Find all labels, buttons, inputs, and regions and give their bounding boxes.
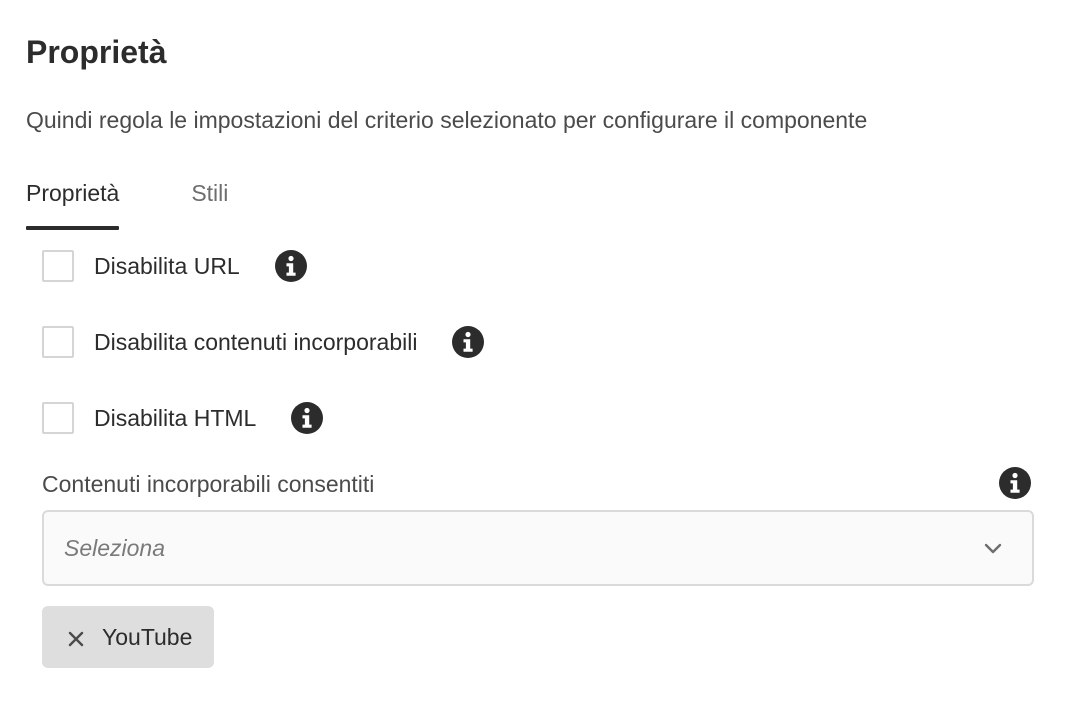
disable-embeddables-option[interactable]: Disabilita contenuti incorporabili bbox=[42, 324, 485, 360]
disable-html-checkbox[interactable] bbox=[42, 402, 74, 434]
disable-html-option[interactable]: Disabilita HTML bbox=[42, 400, 324, 436]
allowed-embeddables-label: Contenuti incorporabili consentiti bbox=[42, 471, 375, 497]
disable-embeddables-label: Disabilita contenuti incorporabili bbox=[94, 329, 418, 355]
tag-youtube: YouTube bbox=[42, 606, 215, 668]
disable-url-option[interactable]: Disabilita URL bbox=[42, 248, 308, 284]
select-placeholder: Seleziona bbox=[64, 534, 166, 561]
disable-embeddables-checkbox[interactable] bbox=[42, 326, 74, 358]
info-icon[interactable] bbox=[274, 249, 308, 283]
tag-label: YouTube bbox=[102, 624, 193, 650]
disable-html-label: Disabilita HTML bbox=[94, 405, 257, 431]
page-title: Proprietà bbox=[26, 34, 167, 70]
info-icon[interactable] bbox=[290, 401, 324, 435]
disable-url-label: Disabilita URL bbox=[94, 253, 240, 279]
allowed-embeddables-select[interactable]: Seleziona bbox=[42, 510, 1034, 586]
chevron-down-icon[interactable] bbox=[982, 537, 1004, 559]
tab-stili[interactable]: Stili bbox=[191, 176, 228, 230]
tab-proprieta[interactable]: Proprietà bbox=[26, 176, 120, 230]
disable-url-checkbox[interactable] bbox=[42, 250, 74, 282]
page-description: Quindi regola le impostazioni del criter… bbox=[26, 107, 868, 133]
info-icon[interactable] bbox=[998, 466, 1032, 500]
tab-list: Proprietà Stili bbox=[26, 176, 228, 230]
close-icon[interactable] bbox=[66, 629, 86, 649]
info-icon[interactable] bbox=[451, 325, 485, 359]
